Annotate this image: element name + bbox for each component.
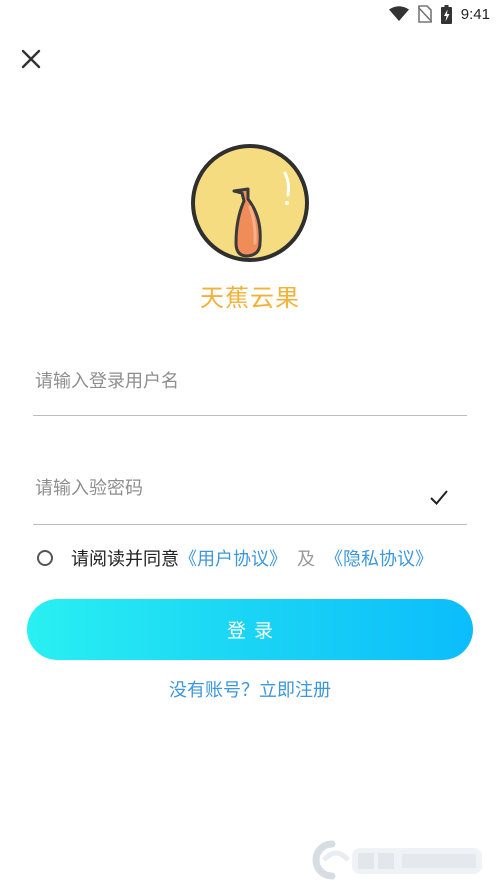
login-screen: 9:41 天蕉云果 请阅读并同意 《用户协议》 及 《隐私协议》 登录 xyxy=(0,0,500,888)
close-button[interactable] xyxy=(16,44,46,74)
banana-logo xyxy=(191,144,309,262)
code-input[interactable] xyxy=(33,474,417,502)
status-time: 9:41 xyxy=(460,5,490,23)
code-field xyxy=(33,462,467,525)
status-icons: 9:41 xyxy=(388,4,490,24)
username-input[interactable] xyxy=(33,367,417,395)
close-icon xyxy=(21,49,41,69)
status-bar: 9:41 xyxy=(0,0,500,30)
register-link[interactable]: 没有账号？立即注册 xyxy=(0,676,500,702)
username-field xyxy=(33,355,467,416)
user-agreement-link[interactable]: 《用户协议》 xyxy=(179,545,287,571)
agreement-radio[interactable] xyxy=(37,550,53,566)
agreement-and: 及 xyxy=(297,549,315,570)
app-name: 天蕉云果 xyxy=(200,284,300,312)
watermark-logo xyxy=(312,840,482,880)
wifi-icon xyxy=(388,6,409,21)
agreement-prefix: 请阅读并同意 xyxy=(71,549,179,570)
login-button[interactable]: 登录 xyxy=(27,599,473,660)
no-sim-icon xyxy=(417,5,432,23)
privacy-policy-link[interactable]: 《隐私协议》 xyxy=(325,545,433,571)
battery-charging-icon xyxy=(440,4,452,24)
agreement-row: 请阅读并同意 《用户协议》 及 《隐私协议》 xyxy=(37,545,433,571)
check-icon[interactable] xyxy=(429,488,449,506)
